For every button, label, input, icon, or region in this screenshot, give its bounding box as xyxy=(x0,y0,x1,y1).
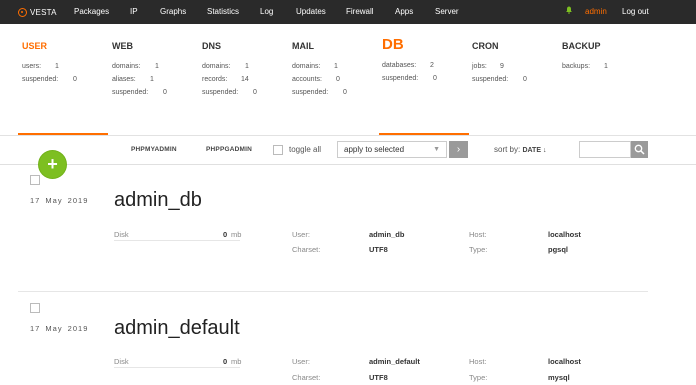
nav-log[interactable]: Log xyxy=(260,7,273,16)
stat-user[interactable]: USER users: 1 suspended: 0 xyxy=(22,40,102,86)
stat-row: domains: 1 xyxy=(202,63,249,70)
stat-title-backup: BACKUP xyxy=(562,41,601,51)
disk-value: 0 xyxy=(223,230,228,239)
row-date: 17 May 2019 xyxy=(30,324,89,333)
stat-row: suspended: 0 xyxy=(22,76,77,83)
type-value: mysql xyxy=(548,373,570,382)
vesta-logo-icon xyxy=(18,7,27,17)
type-value: pgsql xyxy=(548,245,568,254)
disk-unit: mb xyxy=(231,230,242,239)
stat-row: jobs: 9 xyxy=(472,63,504,70)
charset-value: UTF8 xyxy=(369,245,388,254)
user-value: admin_db xyxy=(369,230,405,239)
bulk-action-value: apply to selected xyxy=(344,145,405,154)
host-label: Host: xyxy=(469,230,487,239)
nav-server[interactable]: Server xyxy=(435,7,459,16)
user-label: User: xyxy=(292,230,310,239)
charset-label: Charset: xyxy=(292,373,321,382)
host-label: Host: xyxy=(469,357,487,366)
add-database-button[interactable]: + xyxy=(39,151,66,178)
stat-row: aliases: 1 xyxy=(112,76,154,83)
nav-packages[interactable]: Packages xyxy=(74,7,109,16)
logout-link[interactable]: Log out xyxy=(622,7,649,16)
bulk-action-select[interactable]: apply to selected ▼ xyxy=(337,141,447,158)
notification-bell-icon[interactable] xyxy=(566,6,572,14)
database-row: 17 May 2019 admin_db Disk 0 mb User: adm… xyxy=(18,165,648,292)
database-name[interactable]: admin_default xyxy=(114,317,240,340)
sort-by-label: sort by: xyxy=(494,145,521,154)
disk-value: 0 xyxy=(223,357,228,366)
database-row: 17 May 2019 admin_default Disk 0 mb User… xyxy=(18,293,648,385)
stat-row: databases: 2 xyxy=(382,62,434,69)
disk-bar xyxy=(114,240,240,241)
search-button[interactable] xyxy=(631,141,648,158)
sort-field: DATE ↓ xyxy=(522,147,547,154)
chevron-right-icon: › xyxy=(456,144,461,155)
stat-title-web: WEB xyxy=(112,41,133,51)
stat-row: suspended: 0 xyxy=(202,89,257,96)
phpmyadmin-link[interactable]: PHPMYADMIN xyxy=(131,146,177,153)
stat-row: domains: 1 xyxy=(112,63,159,70)
stat-row: backups: 1 xyxy=(562,63,608,70)
charset-value: UTF8 xyxy=(369,373,388,382)
stat-backup[interactable]: BACKUP backups: 1 xyxy=(562,40,642,73)
host-value: localhost xyxy=(548,357,581,366)
nav-graphs[interactable]: Graphs xyxy=(160,7,186,16)
type-label: Type: xyxy=(469,245,488,254)
chevron-down-icon: ▼ xyxy=(433,146,440,153)
top-navigation-bar: VESTA Packages IP Graphs Statistics Log … xyxy=(0,0,696,24)
search-input[interactable] xyxy=(579,141,631,158)
type-label: Type: xyxy=(469,373,488,382)
search-icon xyxy=(634,144,645,155)
disk-unit: mb xyxy=(231,357,242,366)
stat-row: records: 14 xyxy=(202,76,249,83)
stat-title-mail: MAIL xyxy=(292,41,314,51)
row-checkbox[interactable] xyxy=(30,175,40,185)
plus-icon: + xyxy=(47,154,58,174)
disk-label: Disk xyxy=(114,230,129,239)
logo-text: VESTA xyxy=(30,7,57,17)
row-separator xyxy=(18,291,648,292)
stat-row: suspended: 0 xyxy=(292,89,347,96)
row-checkbox[interactable] xyxy=(30,303,40,313)
vesta-logo[interactable]: VESTA xyxy=(18,6,57,18)
stat-mail[interactable]: MAIL domains: 1 accounts: 0 suspended: 0 xyxy=(292,40,372,99)
stat-dns[interactable]: DNS domains: 1 records: 14 suspended: 0 xyxy=(202,40,282,99)
stat-row: accounts: 0 xyxy=(292,76,340,83)
nav-statistics[interactable]: Statistics xyxy=(207,7,239,16)
apply-button[interactable]: › xyxy=(449,141,468,158)
stat-db[interactable]: DB databases: 2 suspended: 0 xyxy=(382,36,462,85)
nav-updates[interactable]: Updates xyxy=(296,7,326,16)
stat-title-db: DB xyxy=(382,36,404,53)
toggle-all-checkbox[interactable] xyxy=(273,145,283,155)
stat-title-cron: CRON xyxy=(472,41,499,51)
stat-cron[interactable]: CRON jobs: 9 suspended: 0 xyxy=(472,40,552,86)
host-value: localhost xyxy=(548,230,581,239)
phppgadmin-link[interactable]: PHPPGADMIN xyxy=(206,146,252,153)
disk-label: Disk xyxy=(114,357,129,366)
stat-row: suspended: 0 xyxy=(472,76,527,83)
stat-title-user: USER xyxy=(22,41,48,51)
user-value: admin_default xyxy=(369,357,420,366)
nav-firewall[interactable]: Firewall xyxy=(346,7,374,16)
toolbar: PHPMYADMIN PHPPGADMIN toggle all apply t… xyxy=(0,136,696,165)
stat-web[interactable]: WEB domains: 1 aliases: 1 suspended: 0 xyxy=(112,40,192,99)
stat-row: suspended: 0 xyxy=(382,75,437,82)
toggle-all-label[interactable]: toggle all xyxy=(289,145,321,154)
stat-row: users: 1 xyxy=(22,63,59,70)
charset-label: Charset: xyxy=(292,245,321,254)
database-name[interactable]: admin_db xyxy=(114,189,202,212)
disk-bar xyxy=(114,367,240,368)
nav-ip[interactable]: IP xyxy=(130,7,138,16)
current-user-link[interactable]: admin xyxy=(585,7,607,16)
user-label: User: xyxy=(292,357,310,366)
stat-title-dns: DNS xyxy=(202,41,222,51)
sort-control[interactable]: sort by: DATE ↓ xyxy=(494,145,546,154)
stat-row: domains: 1 xyxy=(292,63,338,70)
stats-header: USER users: 1 suspended: 0 WEB domains: 1 a… xyxy=(0,24,696,136)
nav-apps[interactable]: Apps xyxy=(395,7,413,16)
row-date: 17 May 2019 xyxy=(30,196,89,205)
stat-row: suspended: 0 xyxy=(112,89,167,96)
